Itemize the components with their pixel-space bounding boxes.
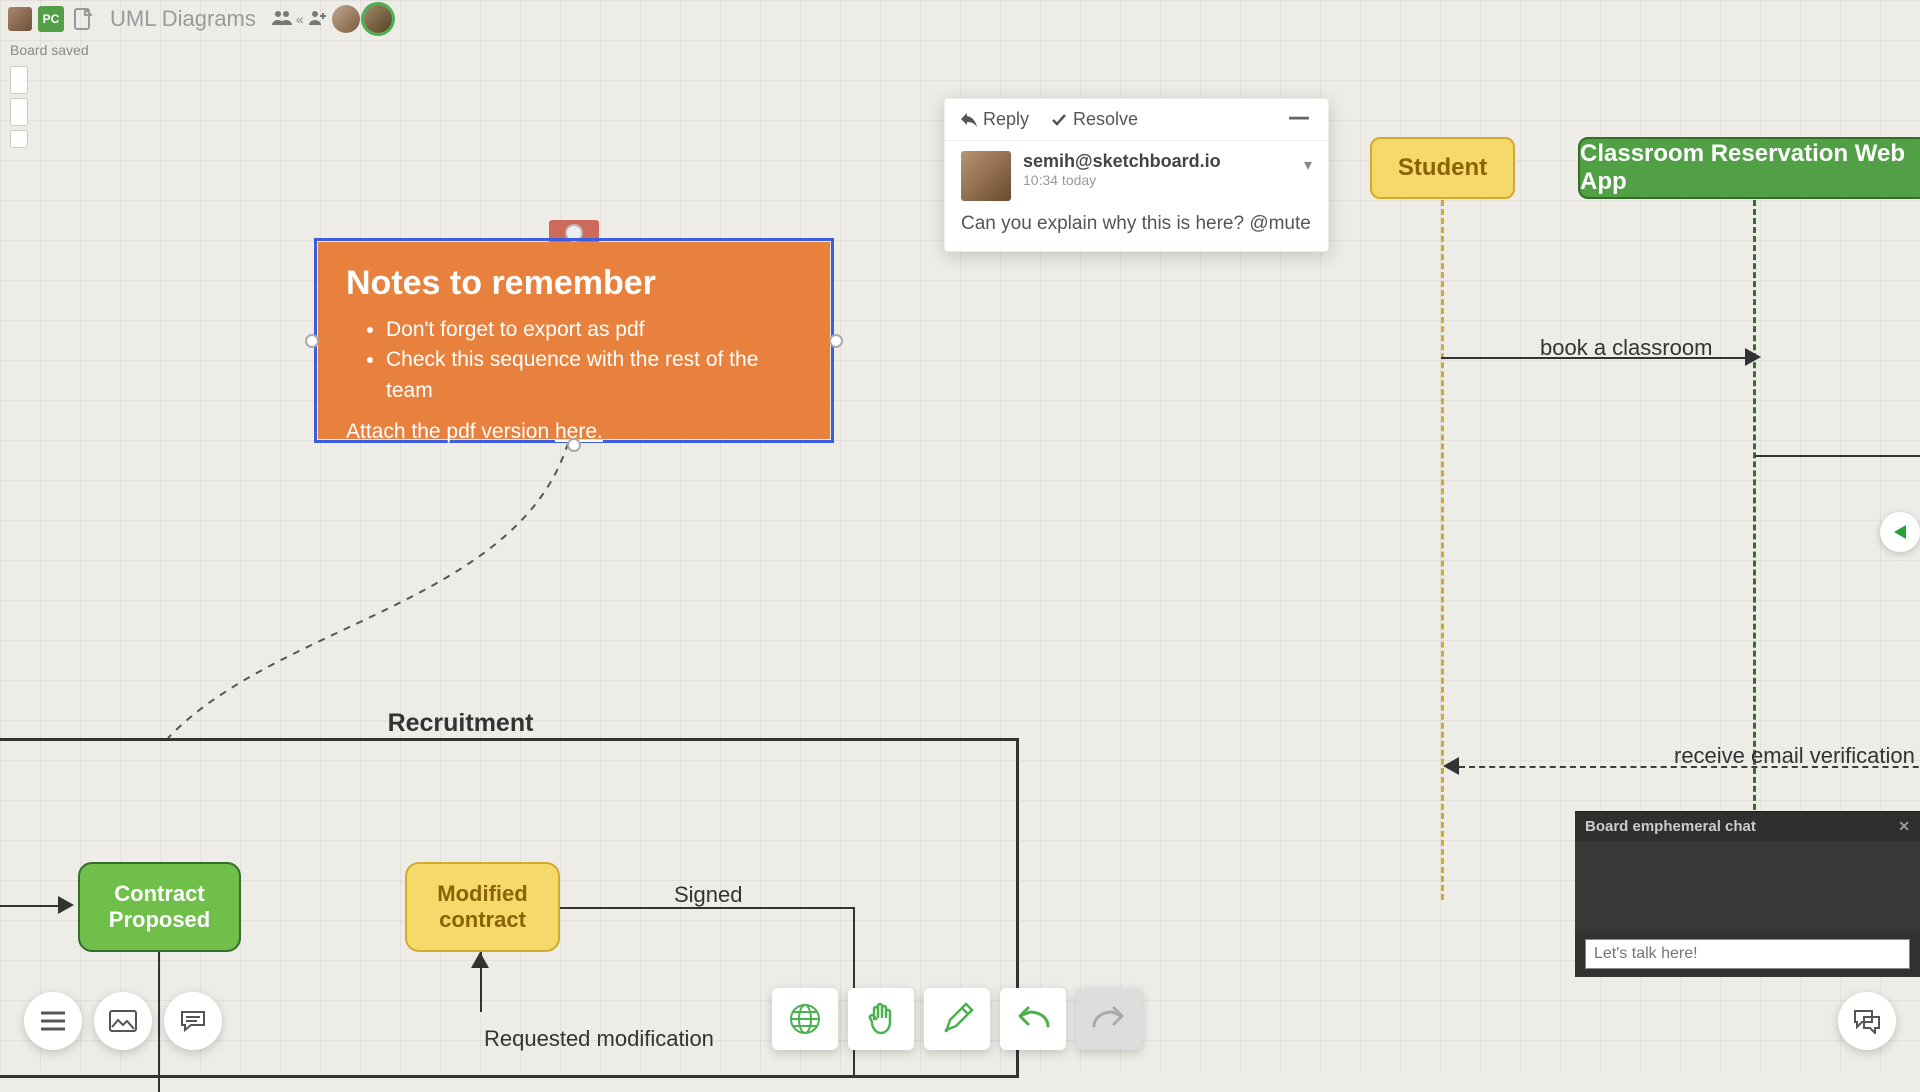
arrow-head-icon <box>58 896 74 914</box>
lifeline-app <box>1753 200 1756 900</box>
flow-line <box>0 905 62 907</box>
flow-line <box>560 907 855 909</box>
menu-icon[interactable] <box>24 992 82 1050</box>
seq-arrow-out[interactable] <box>1755 455 1920 457</box>
document-icon[interactable] <box>70 6 96 32</box>
state-contract-proposed[interactable]: Contract Proposed <box>78 862 241 952</box>
chat-toggle-icon[interactable] <box>1838 992 1896 1050</box>
collaborator-avatar-1[interactable] <box>332 5 360 33</box>
hand-pan-icon[interactable] <box>848 988 914 1050</box>
arrow-head-icon <box>471 952 489 968</box>
flow-label-signed: Signed <box>674 882 743 908</box>
seq-arrow-1[interactable] <box>1441 357 1751 359</box>
panel-collapse-button[interactable] <box>1880 512 1920 552</box>
sequence-actor-app[interactable]: Classroom Reservation Web App <box>1578 137 1920 199</box>
note-bullet: Don't forget to export as pdf <box>386 315 802 345</box>
owner-avatar[interactable] <box>8 7 32 31</box>
save-status: Board saved <box>10 42 89 58</box>
comment-time: 10:34 today <box>1023 172 1221 188</box>
chat-title-bar[interactable]: Board emphemeral chat ✕ <box>1575 812 1920 841</box>
resize-handle-right[interactable] <box>829 334 843 348</box>
note-bullet: Check this sequence with the rest of the… <box>386 345 802 406</box>
reply-button[interactable]: Reply <box>961 109 1029 130</box>
pencil-draw-icon[interactable] <box>924 988 990 1050</box>
minimize-icon[interactable]: － <box>1286 114 1312 124</box>
seq-arrow-2[interactable] <box>1459 766 1920 768</box>
zoom-fit-button[interactable] <box>10 130 28 148</box>
note-title: Notes to remember <box>346 264 802 303</box>
comment-popup: Reply Resolve － semih@sketchboard.io 10:… <box>944 98 1329 252</box>
comment-text: Can you explain why this is here? @mute <box>945 207 1328 251</box>
lifeline-student <box>1441 200 1444 900</box>
zoom-controls <box>10 66 28 148</box>
chevron-down-icon[interactable]: ▾ <box>1304 155 1312 175</box>
arrow-head-icon <box>1745 348 1761 366</box>
comments-icon[interactable] <box>164 992 222 1050</box>
team-icon[interactable] <box>272 9 292 30</box>
zoom-in-button[interactable] <box>10 66 28 94</box>
resize-handle-bottom[interactable] <box>567 438 581 452</box>
flow-label-requested: Requested modification <box>484 1026 714 1052</box>
sticky-note[interactable]: Notes to remember Don't forget to export… <box>314 238 834 443</box>
board-title[interactable]: UML Diagrams <box>110 6 256 32</box>
chat-title: Board emphemeral chat <box>1585 818 1756 835</box>
note-body[interactable]: Notes to remember Don't forget to export… <box>318 242 830 439</box>
undo-icon[interactable] <box>1000 988 1066 1050</box>
arrow-head-icon <box>1443 757 1459 775</box>
chat-panel: Board emphemeral chat ✕ <box>1575 811 1920 977</box>
zoom-out-button[interactable] <box>10 98 28 126</box>
globe-icon[interactable] <box>772 988 838 1050</box>
close-icon[interactable]: ✕ <box>1898 818 1910 835</box>
sequence-actor-student[interactable]: Student <box>1370 137 1515 199</box>
chat-input[interactable] <box>1585 939 1910 969</box>
top-bar: PC UML Diagrams « <box>0 0 1920 38</box>
collaborators-cluster: « <box>272 5 392 33</box>
resize-handle-left[interactable] <box>305 334 319 348</box>
comment-user: semih@sketchboard.io <box>1023 151 1221 172</box>
center-toolbar <box>772 988 1142 1050</box>
bottom-left-toolbar <box>24 992 222 1050</box>
redo-icon[interactable] <box>1076 988 1142 1050</box>
add-user-icon[interactable] <box>308 9 328 30</box>
insert-image-icon[interactable] <box>94 992 152 1050</box>
comment-avatar <box>961 151 1011 201</box>
collaborator-avatar-2[interactable] <box>364 5 392 33</box>
recruitment-title: Recruitment <box>388 709 534 738</box>
user-initials-badge[interactable]: PC <box>38 6 64 32</box>
chevron-left-icon[interactable]: « <box>296 11 304 27</box>
resolve-button[interactable]: Resolve <box>1051 109 1138 130</box>
state-modified-contract[interactable]: Modified contract <box>405 862 560 952</box>
chat-messages[interactable] <box>1575 841 1920 931</box>
